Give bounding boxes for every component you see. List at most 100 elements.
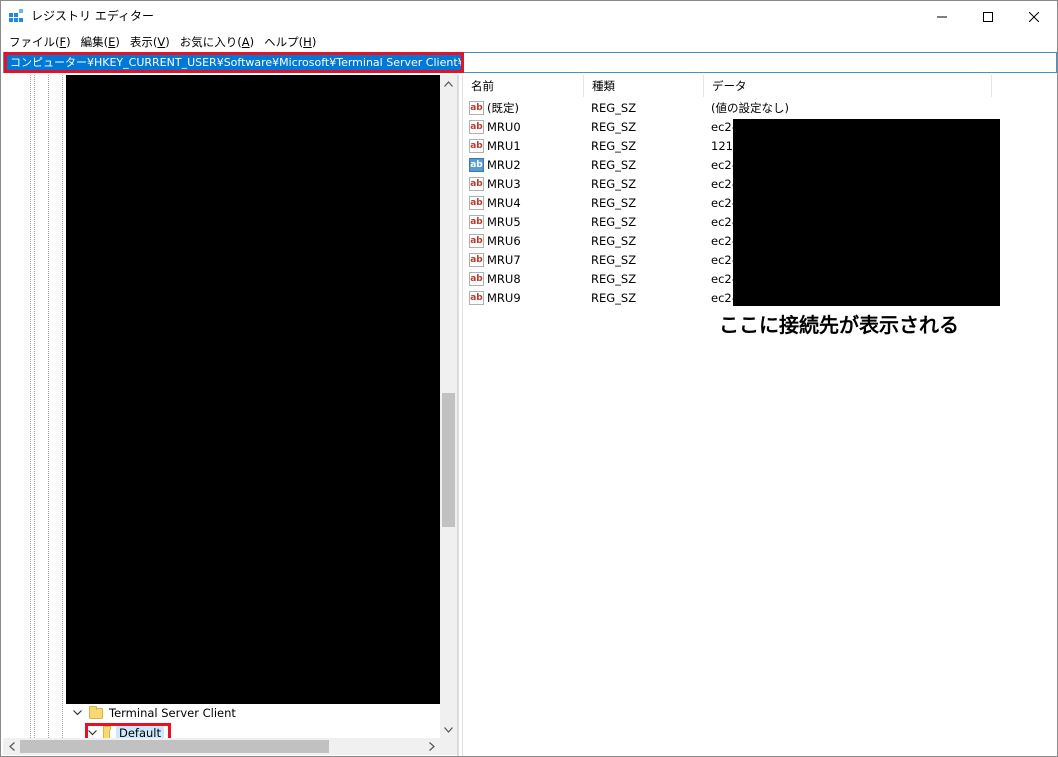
horizontal-scroll-thumb[interactable]: [20, 740, 329, 753]
string-value-icon: ab: [469, 157, 484, 172]
menu-help-end: ): [311, 35, 317, 49]
value-name: MRU0: [487, 119, 521, 134]
minimize-button[interactable]: [919, 1, 965, 32]
menu-favorites[interactable]: お気に入り(A): [175, 33, 259, 51]
value-name-cell: ab MRU5: [463, 214, 584, 229]
menu-view-end: ): [165, 35, 170, 49]
value-name: MRU3: [487, 176, 521, 191]
value-name: MRU8: [487, 271, 521, 286]
value-name-cell: ab MRU2: [463, 157, 584, 172]
value-name: MRU4: [487, 195, 521, 210]
value-data-cell: (値の設定なし): [711, 100, 789, 115]
close-button[interactable]: [1011, 1, 1057, 32]
redacted-data-area: [733, 119, 1000, 306]
value-name-cell: ab MRU7: [463, 252, 584, 267]
tree-node-label: Terminal Server Client: [109, 706, 236, 720]
value-name-cell: ab MRU4: [463, 195, 584, 210]
value-name-cell: ab MRU6: [463, 233, 584, 248]
scroll-right-icon[interactable]: [423, 738, 440, 755]
menu-edit-end: ): [115, 35, 120, 49]
list-header: 名前 種類 データ: [463, 75, 1057, 97]
folder-icon: [89, 705, 103, 719]
menu-favorites-label: お気に入り(: [179, 35, 242, 49]
value-type-cell: REG_SZ: [591, 119, 637, 134]
vertical-scroll-thumb[interactable]: [442, 393, 455, 527]
string-value-icon: ab: [469, 290, 484, 305]
menu-bar: ファイル(F) 編集(E) 表示(V) お気に入り(A) ヘルプ(H): [1, 32, 1057, 52]
string-value-icon: ab: [469, 271, 484, 286]
value-name-cell: ab (既定): [463, 100, 584, 116]
address-path[interactable]: コンピューター¥HKEY_CURRENT_USER¥Software¥Micro…: [4, 52, 464, 73]
key-tree-pane[interactable]: Terminal Server Client Default: [3, 75, 458, 756]
value-type-cell: REG_SZ: [591, 100, 637, 115]
column-header-type[interactable]: 種類: [584, 75, 704, 97]
value-name: MRU5: [487, 214, 521, 229]
string-value-icon: ab: [469, 233, 484, 248]
annotation-text: ここに接続先が表示される: [719, 313, 959, 337]
menu-favorites-end: ): [249, 35, 255, 49]
string-value-icon: ab: [469, 176, 484, 191]
value-list-pane[interactable]: 名前 種類 データ ab (既定) REG_SZ (値の設定なし) ab MRU0 REG_…: [463, 75, 1057, 756]
string-value-icon: ab: [469, 252, 484, 267]
value-name-cell: ab MRU1: [463, 138, 584, 153]
address-bar[interactable]: コンピューター¥HKEY_CURRENT_USER¥Software¥Micro…: [3, 52, 1057, 73]
string-value-icon: ab: [469, 138, 484, 153]
tree-vertical-scrollbar[interactable]: [440, 75, 457, 738]
maximize-button[interactable]: [965, 1, 1011, 32]
value-type-cell: REG_SZ: [591, 157, 637, 172]
chevron-down-icon[interactable]: [71, 707, 83, 719]
value-type-cell: REG_SZ: [591, 252, 637, 267]
tree-guide-lines: [3, 75, 67, 738]
column-header-name[interactable]: 名前: [463, 75, 584, 97]
menu-help-label: ヘルプ(: [264, 35, 304, 49]
menu-view-label: 表示(: [129, 35, 158, 49]
value-type-cell: REG_SZ: [591, 233, 637, 248]
value-name: MRU9: [487, 290, 521, 305]
folder-icon: [103, 725, 111, 739]
value-type-cell: REG_SZ: [591, 271, 637, 286]
value-type-cell: REG_SZ: [591, 290, 637, 305]
menu-help[interactable]: ヘルプ(H): [259, 33, 321, 51]
close-icon: [1029, 11, 1039, 22]
redacted-tree-area: [66, 75, 440, 704]
value-type-cell: REG_SZ: [591, 138, 637, 153]
string-value-icon: ab: [469, 195, 484, 210]
scrollbar-corner: [440, 738, 457, 755]
window-title: レジストリ エディター: [31, 9, 154, 23]
value-name-cell: ab MRU0: [463, 119, 584, 134]
registry-editor-app-icon: [9, 9, 25, 25]
value-row[interactable]: ab (既定) REG_SZ (値の設定なし): [463, 98, 1057, 117]
string-value-icon: ab: [469, 119, 484, 134]
title-bar[interactable]: レジストリ エディター: [1, 1, 1057, 32]
value-type-cell: REG_SZ: [591, 214, 637, 229]
string-value-icon: ab: [469, 100, 484, 115]
value-name: MRU2: [487, 157, 521, 172]
menu-favorites-accel: A: [241, 35, 250, 49]
value-name: MRU1: [487, 138, 521, 153]
menu-view[interactable]: 表示(V): [125, 33, 175, 51]
scroll-up-icon[interactable]: [440, 75, 457, 92]
minimize-icon: [937, 16, 947, 17]
tree-horizontal-scrollbar[interactable]: [3, 738, 440, 755]
menu-edit-label: 編集(: [80, 35, 109, 49]
scroll-down-icon[interactable]: [440, 721, 457, 738]
scroll-left-icon[interactable]: [3, 738, 20, 755]
column-header-data[interactable]: データ: [704, 75, 992, 97]
menu-file-end: ): [66, 35, 71, 49]
value-name-cell: ab MRU8: [463, 271, 584, 286]
value-name: MRU7: [487, 252, 521, 267]
string-value-icon: ab: [469, 214, 484, 229]
maximize-icon: [983, 11, 993, 22]
value-type-cell: REG_SZ: [591, 195, 637, 210]
menu-edit[interactable]: 編集(E): [76, 33, 125, 51]
value-name-cell: ab MRU3: [463, 176, 584, 191]
value-name: (既定): [487, 100, 519, 115]
value-name-cell: ab MRU9: [463, 290, 584, 305]
value-name: MRU6: [487, 233, 521, 248]
menu-file-label: ファイル(: [9, 35, 60, 49]
registry-editor-window: レジストリ エディター ファイル(F) 編集(E) 表示(V) お気に入り(A)…: [0, 0, 1058, 757]
value-type-cell: REG_SZ: [591, 176, 637, 191]
tree-node-terminal-server-client[interactable]: Terminal Server Client: [71, 704, 236, 722]
menu-file[interactable]: ファイル(F): [4, 33, 76, 51]
menu-help-accel: H: [303, 35, 312, 49]
